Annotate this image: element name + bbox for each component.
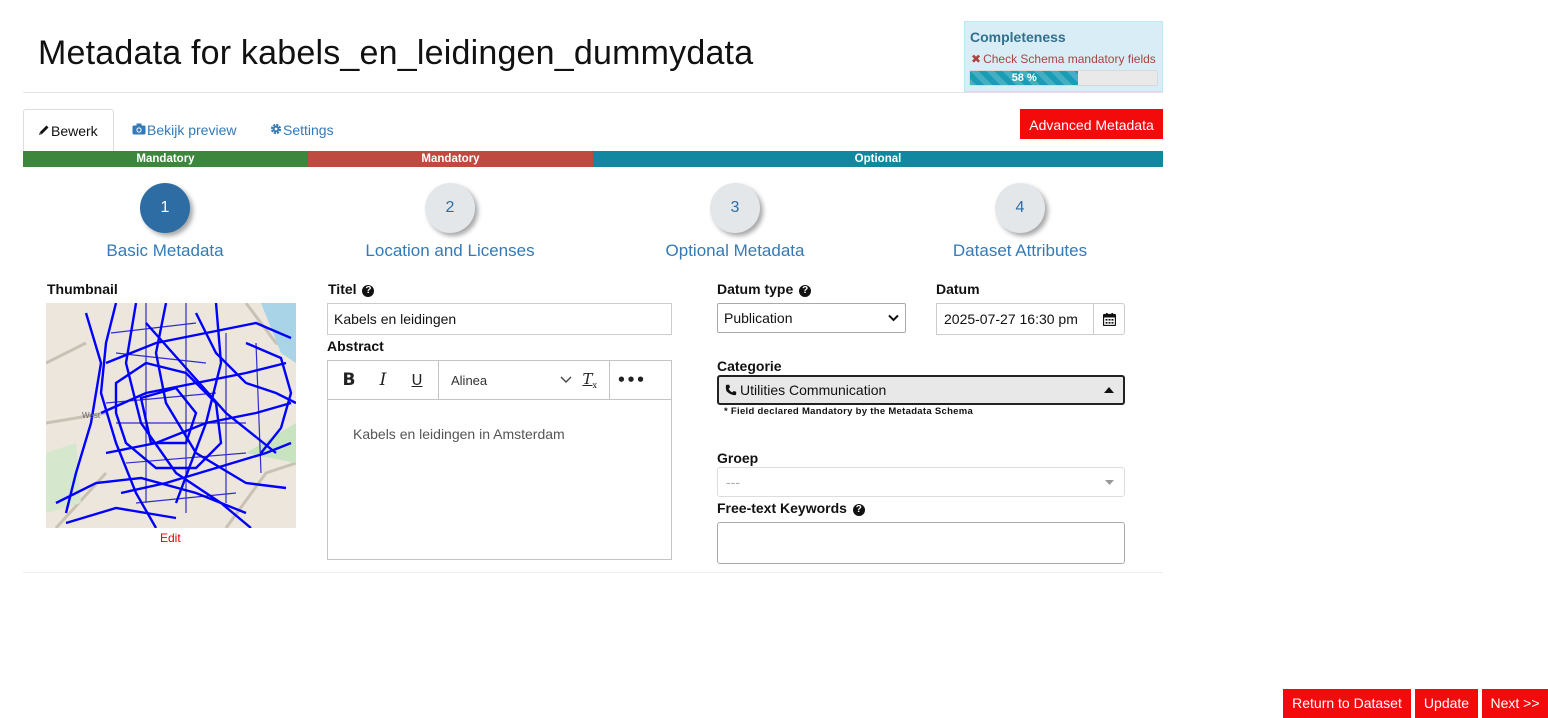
return-to-dataset-button[interactable]: Return to Dataset	[1283, 689, 1411, 718]
paragraph-format-select[interactable]: Alinea Tx	[439, 361, 610, 399]
completeness-progress-fill: 58 %	[970, 71, 1079, 85]
chevron-down-icon	[888, 314, 899, 322]
calendar-icon	[1102, 312, 1116, 326]
datum-type-label-text: Datum type	[717, 281, 794, 297]
keywords-input[interactable]	[717, 522, 1125, 564]
abstract-content[interactable]: Kabels en leidingen in Amsterdam	[328, 400, 671, 468]
categorie-label: Categorie	[717, 358, 782, 374]
titel-label-text: Titel	[328, 281, 357, 297]
check-schema-label: Check Schema mandatory fields	[983, 52, 1156, 66]
question-icon[interactable]: ?	[852, 504, 865, 516]
thumbnail-label: Thumbnail	[47, 281, 118, 297]
question-icon[interactable]: ?	[799, 285, 812, 297]
tab-bewerk[interactable]: Bewerk	[23, 109, 114, 151]
thumbnail-image: West	[46, 303, 296, 528]
step-number: 4	[995, 183, 1045, 233]
form-bottom-divider	[23, 572, 1163, 573]
more-options-icon[interactable]: •••	[610, 361, 652, 399]
step-optional-metadata[interactable]: 3 Optional Metadata	[585, 183, 885, 261]
tab-bewerk-label: Bewerk	[51, 123, 98, 139]
gear-icon	[270, 123, 282, 138]
groep-placeholder: ---	[726, 474, 740, 490]
tab-settings[interactable]: Settings	[256, 109, 348, 151]
step-number: 2	[425, 183, 475, 233]
step-basic-metadata[interactable]: 1 Basic Metadata	[15, 183, 315, 261]
datum-picker: 2025-07-27 16:30 pm	[936, 303, 1125, 335]
requirement-segment-1: Mandatory	[23, 151, 308, 167]
editor-toolbar: B I U Alinea Tx •••	[328, 361, 671, 400]
requirement-bar: Mandatory Mandatory Optional	[23, 151, 1163, 167]
step-label: Location and Licenses	[365, 241, 535, 260]
chevron-down-icon	[560, 376, 572, 383]
thumbnail-edit-link[interactable]: Edit	[160, 531, 181, 545]
datum-type-select[interactable]: Publication	[717, 303, 906, 333]
caret-up-icon	[1104, 387, 1114, 393]
page-title: Metadata for kabels_en_leidingen_dummyda…	[38, 34, 754, 72]
phone-icon	[725, 384, 737, 396]
keywords-label: Free-text Keywords ?	[717, 500, 865, 516]
advanced-metadata-button[interactable]: Advanced Metadata	[1020, 109, 1163, 139]
italic-icon[interactable]: I	[366, 361, 400, 399]
abstract-editor: B I U Alinea Tx ••• Kabels en leidingen …	[327, 360, 672, 560]
datum-input[interactable]: 2025-07-27 16:30 pm	[936, 303, 1094, 335]
next-button[interactable]: Next >>	[1482, 689, 1548, 718]
mandatory-field-note: * Field declared Mandatory by the Metada…	[724, 406, 974, 417]
clear-format-icon[interactable]: Tx	[582, 370, 597, 390]
title-divider	[23, 92, 1163, 93]
tab-bekijk-preview-label: Bekijk preview	[147, 122, 237, 138]
datum-type-label: Datum type ?	[717, 281, 812, 297]
completeness-progress-bar: 58 %	[969, 70, 1158, 86]
datum-label: Datum	[936, 281, 980, 297]
keywords-label-text: Free-text Keywords	[717, 500, 847, 516]
abstract-label: Abstract	[327, 338, 384, 354]
step-label: Dataset Attributes	[952, 241, 1088, 260]
requirement-segment-2: Mandatory	[308, 151, 593, 167]
step-label: Optional Metadata	[665, 241, 805, 260]
paragraph-format-label: Alinea	[451, 372, 488, 388]
underline-icon[interactable]: U	[400, 361, 434, 399]
bold-icon[interactable]: B	[332, 361, 366, 399]
step-dataset-attributes[interactable]: 4 Dataset Attributes	[870, 183, 1170, 261]
step-location-licenses[interactable]: 2 Location and Licenses	[300, 183, 600, 261]
step-label: Basic Metadata	[106, 241, 224, 260]
step-number: 1	[140, 183, 190, 233]
completeness-title: Completeness	[970, 29, 1066, 45]
camera-icon	[132, 123, 146, 138]
calendar-button[interactable]	[1093, 303, 1125, 335]
update-button[interactable]: Update	[1415, 689, 1478, 718]
completeness-panel: Completeness ✖ Check Schema mandatory fie…	[964, 21, 1163, 92]
cross-icon: ✖	[971, 52, 982, 66]
datum-type-value: Publication	[724, 310, 793, 326]
svg-text:West: West	[82, 411, 101, 420]
check-schema-link[interactable]: ✖ Check Schema mandatory fields	[971, 52, 1156, 66]
groep-label: Groep	[717, 450, 759, 466]
groep-select[interactable]: ---	[717, 467, 1125, 497]
tab-settings-label: Settings	[283, 122, 334, 138]
question-icon[interactable]: ?	[362, 285, 375, 297]
tab-bekijk-preview[interactable]: Bekijk preview	[118, 109, 250, 151]
format-group: B I U	[328, 361, 439, 399]
categorie-select[interactable]: Utilities Communication	[717, 375, 1125, 405]
categorie-value: Utilities Communication	[740, 382, 887, 398]
pencil-icon	[38, 124, 50, 139]
caret-down-icon	[1105, 479, 1114, 485]
requirement-segment-3: Optional	[593, 151, 1163, 167]
step-number: 3	[710, 183, 760, 233]
titel-label: Titel ?	[328, 281, 375, 297]
titel-input[interactable]: Kabels en leidingen	[327, 303, 672, 335]
